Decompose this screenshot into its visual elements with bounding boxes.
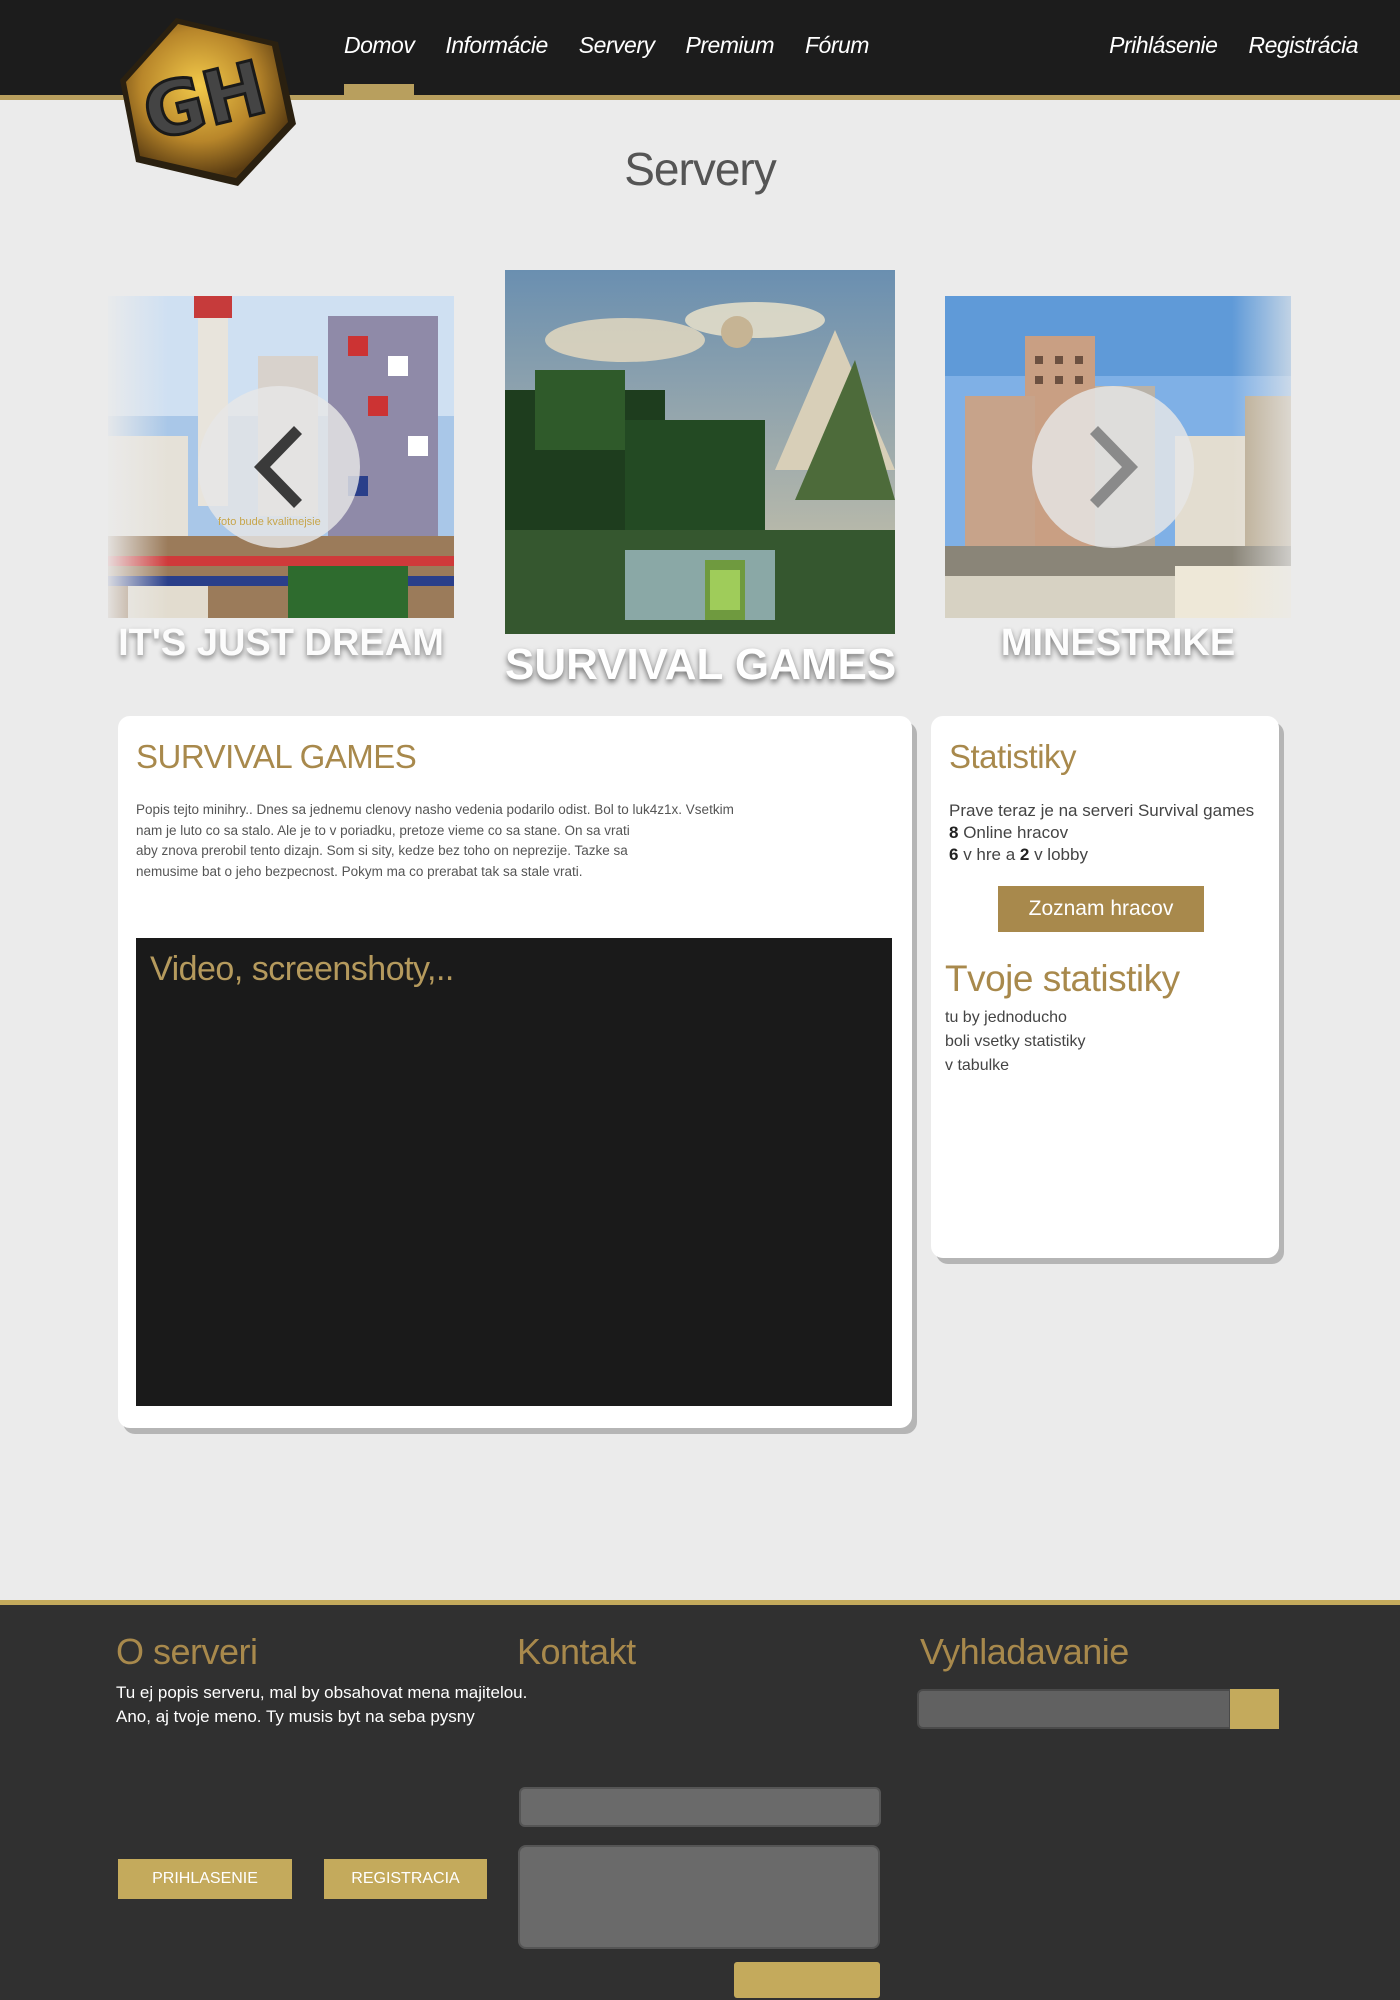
- media-gallery-label: Video, screenshoty,..: [150, 950, 454, 988]
- slide-survival-games-image[interactable]: [505, 270, 895, 634]
- lobby-label: v lobby: [1029, 845, 1088, 864]
- contact-title: Kontakt: [517, 1631, 636, 1672]
- online-players-line: 8 Online hracov: [949, 822, 1254, 844]
- server-carousel: foto bude kvalitnejsie IT'S JUST DREAM S…: [108, 270, 1312, 700]
- site-footer: O serveri Tu ej popis serveru, mal by ob…: [0, 1600, 1400, 2000]
- contact-send-button[interactable]: [734, 1962, 880, 1998]
- slide-caption-survival-games[interactable]: SURVIVAL GAMES: [505, 640, 896, 690]
- your-stats-line: tu by jednoducho: [945, 1009, 1067, 1026]
- main-nav: Domov Informácie Servery Premium Fórum: [344, 32, 869, 99]
- contact-email-field[interactable]: [519, 1787, 881, 1827]
- carousel-fade-left: [108, 296, 168, 618]
- site-logo[interactable]: GH: [118, 14, 298, 189]
- photo-quality-note: foto bude kvalitnejsie: [218, 516, 321, 528]
- nav-item-informacie[interactable]: Informácie: [445, 32, 548, 59]
- search-title: Vyhladavanie: [920, 1631, 1129, 1672]
- stats-summary: Prave teraz je na serveri Survival games…: [949, 800, 1254, 866]
- your-stats-line: v tabulke: [945, 1057, 1010, 1074]
- in-game-label: v hre a: [958, 845, 1020, 864]
- online-label: Online hracov: [958, 823, 1069, 842]
- your-stats-line: boli vsetky statistiky: [945, 1033, 1086, 1050]
- lobby-count: 2: [1019, 845, 1030, 864]
- carousel-next-button[interactable]: [1032, 386, 1194, 548]
- contact-message-field[interactable]: [518, 1845, 880, 1949]
- stats-title: Statistiky: [949, 738, 1077, 775]
- about-line: Ano, aj tvoje meno. Ty musis byt na seba…: [116, 1707, 475, 1726]
- about-line: Tu ej popis serveru, mal by obsahovat me…: [116, 1683, 528, 1702]
- footer-register-button[interactable]: REGISTRACIA: [324, 1859, 487, 1899]
- description-line: nemusime bat o jeho bezpecnost. Pokym ma…: [136, 863, 583, 879]
- nav-item-servery[interactable]: Servery: [579, 32, 655, 59]
- nav-item-forum[interactable]: Fórum: [805, 32, 869, 59]
- server-title: SURVIVAL GAMES: [136, 738, 417, 775]
- your-stats-text: tu by jednoducho boli vsetky statistiky …: [945, 1006, 1085, 1078]
- server-detail-panel: SURVIVAL GAMES Popis tejto minihry.. Dne…: [118, 716, 912, 1428]
- stats-panel: Statistiky Prave teraz je na serveri Sur…: [931, 716, 1279, 1258]
- server-description: Popis tejto minihry.. Dnes sa jednemu cl…: [136, 800, 746, 882]
- slide-caption-its-just-dream[interactable]: IT'S JUST DREAM: [108, 622, 454, 665]
- description-line: aby znova prerobil tento dizajn. Som si …: [136, 843, 628, 858]
- description-line: Popis tejto minihry.. Dnes sa jednemu cl…: [136, 802, 734, 817]
- player-list-button[interactable]: Zoznam hracov: [998, 886, 1204, 932]
- register-link[interactable]: Registrácia: [1248, 32, 1358, 59]
- account-nav: Prihlásenie Registrácia: [1109, 32, 1358, 59]
- login-link[interactable]: Prihlásenie: [1109, 32, 1218, 59]
- stats-intro: Prave teraz je na serveri Survival games: [949, 801, 1255, 820]
- slide-caption-minestrike[interactable]: MINESTRIKE: [945, 622, 1291, 665]
- search-button[interactable]: [1230, 1689, 1279, 1729]
- nav-item-premium[interactable]: Premium: [685, 32, 774, 59]
- about-title: O serveri: [116, 1631, 258, 1672]
- players-split-line: 6 v hre a 2 v lobby: [949, 844, 1254, 866]
- search-input[interactable]: [917, 1689, 1231, 1729]
- footer-login-button[interactable]: PRIHLASENIE: [118, 1859, 292, 1899]
- your-stats-title: Tvoje statistiky: [945, 958, 1180, 999]
- about-text: Tu ej popis serveru, mal by obsahovat me…: [116, 1681, 536, 1729]
- chevron-right-icon: [1090, 426, 1138, 508]
- nav-item-domov[interactable]: Domov: [344, 32, 415, 99]
- media-gallery[interactable]: Video, screenshoty,..: [136, 938, 892, 1406]
- description-line: nam je luto co sa stalo. Ale je to v por…: [136, 822, 630, 838]
